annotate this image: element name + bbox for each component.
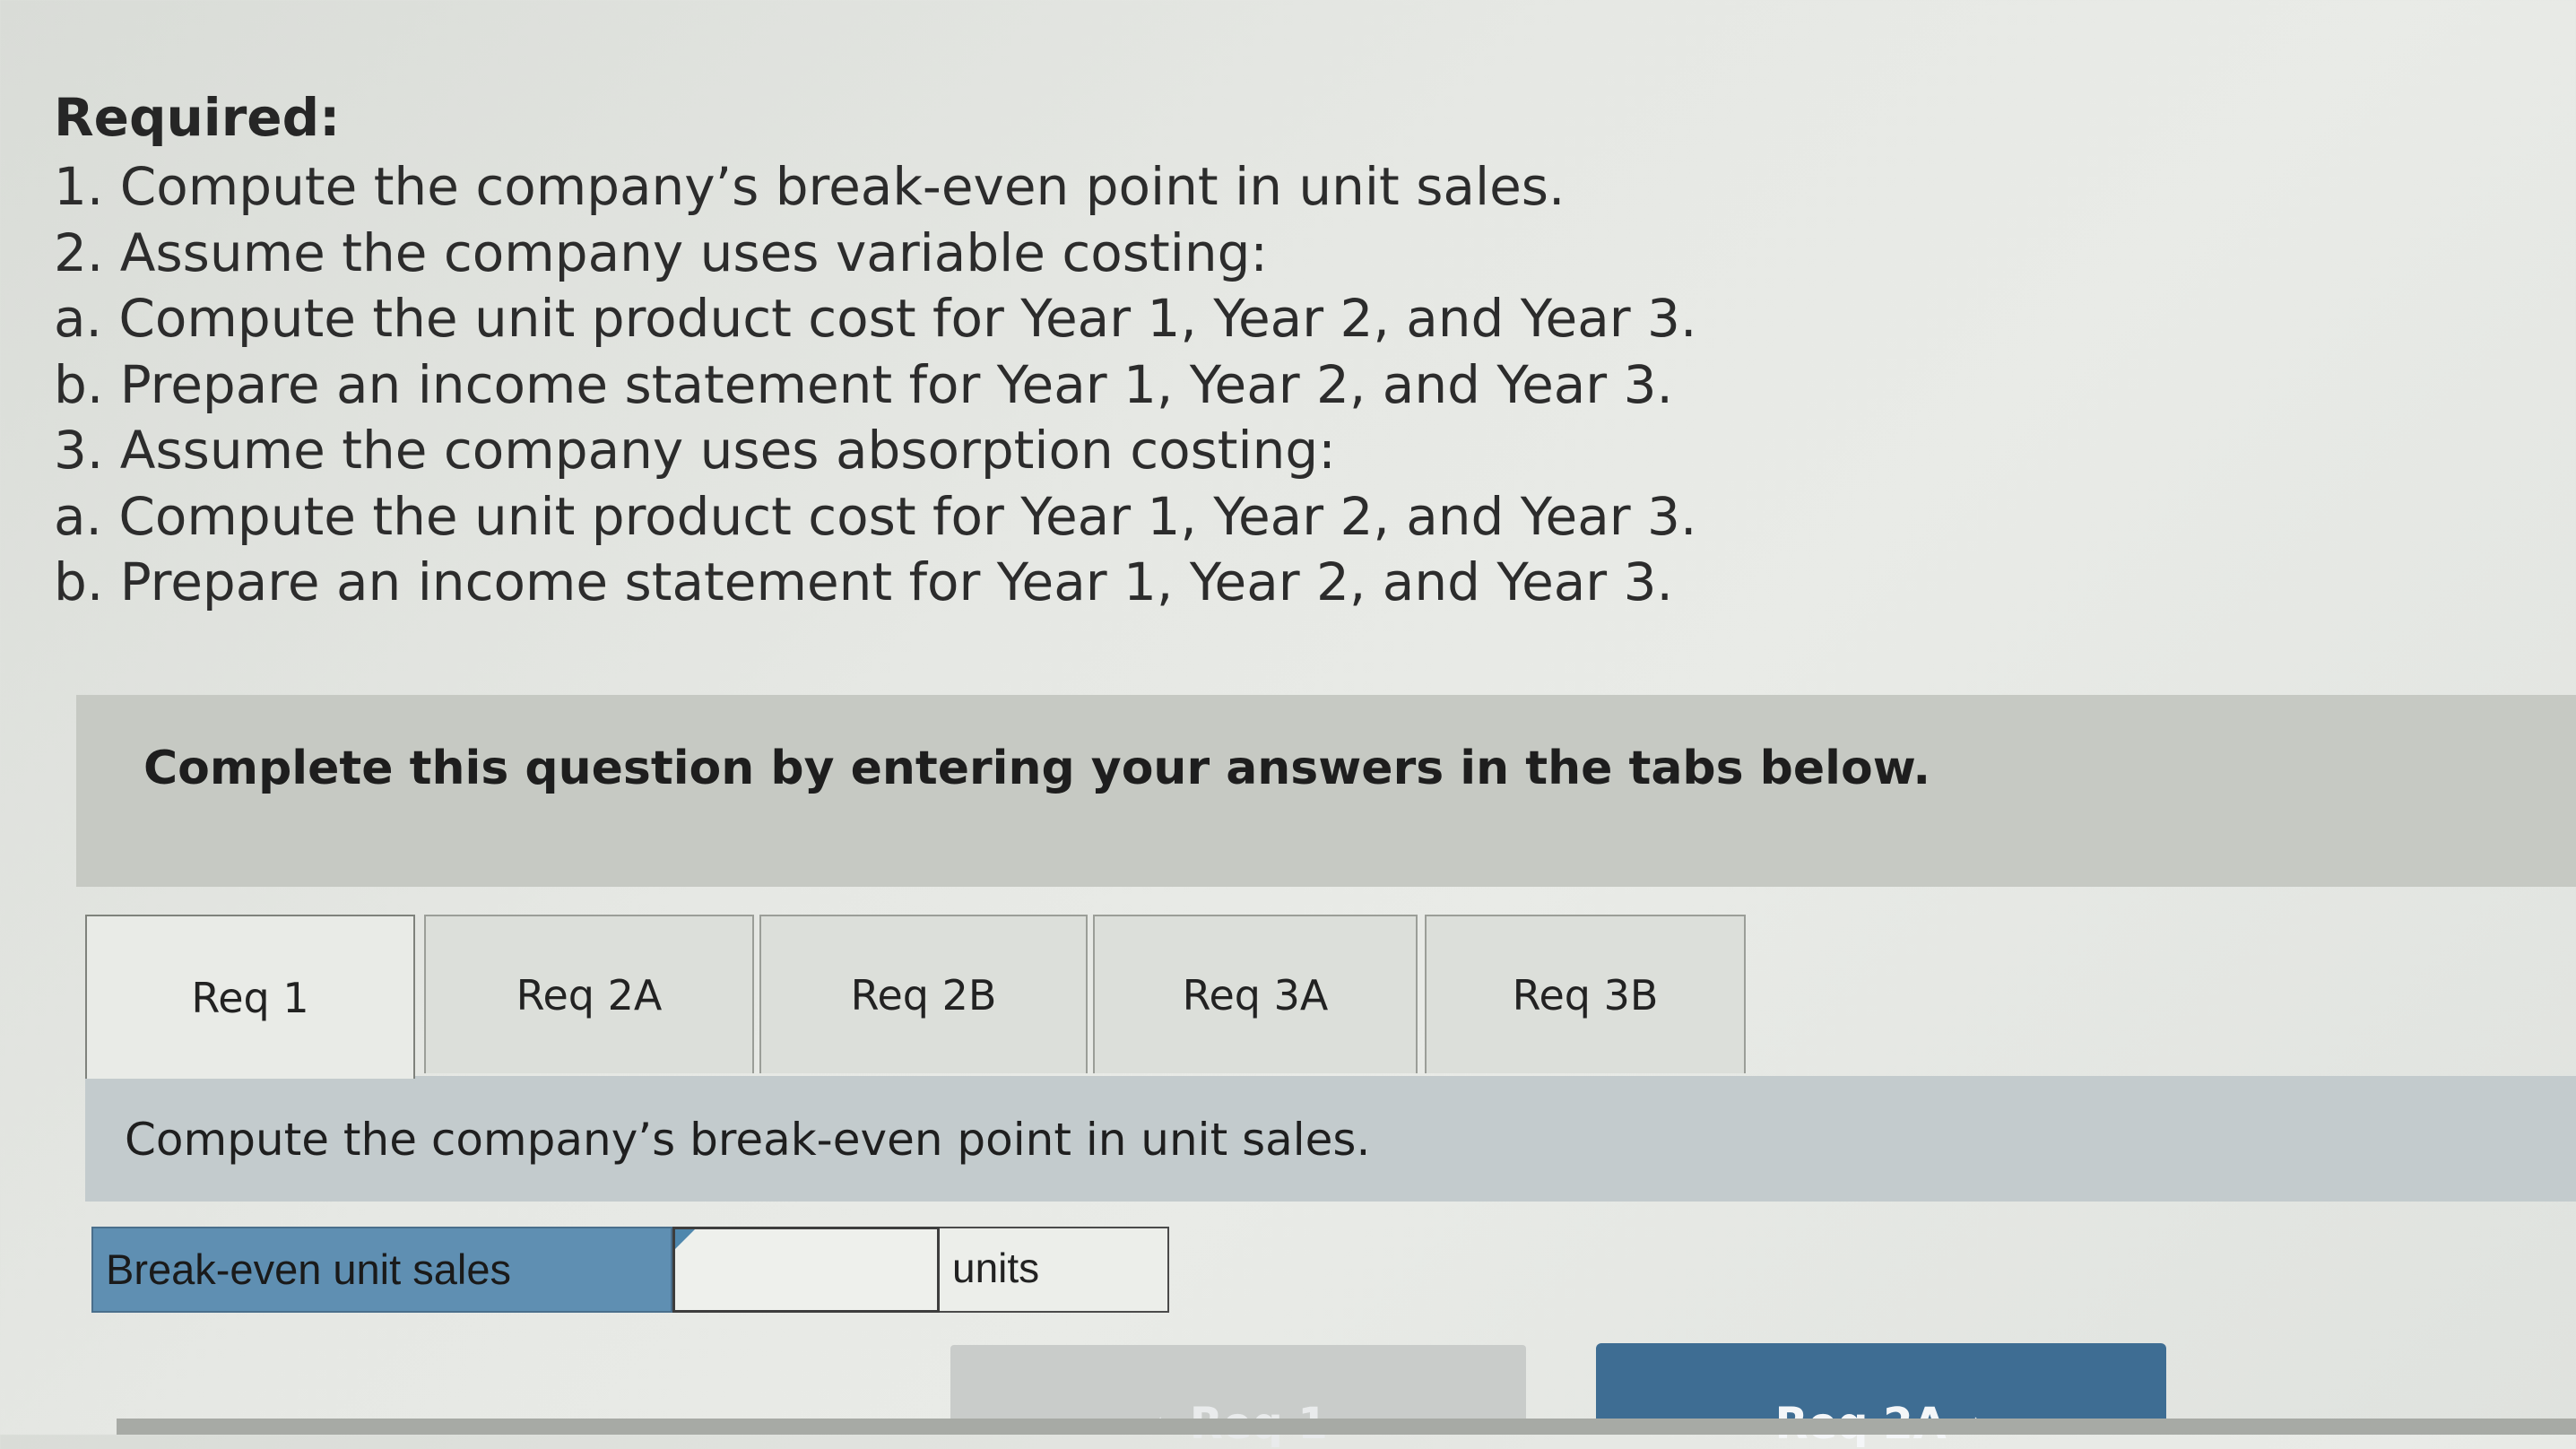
unit-label: units	[940, 1227, 1169, 1313]
input-marker-icon	[675, 1229, 695, 1249]
tab-bar: Req 1 Req 2A Req 2B Req 3A Req 3B	[85, 915, 2576, 1079]
requirement-line: b. Prepare an income statement for Year …	[54, 551, 1673, 612]
bottom-divider	[117, 1419, 2576, 1435]
prompt-text: Compute the company’s break-even point i…	[125, 1114, 1371, 1166]
requirement-line: b. Prepare an income statement for Year …	[54, 353, 1673, 415]
tab-req-3a[interactable]: Req 3A	[1093, 915, 1418, 1073]
requirement-line: 1. Compute the company’s break-even poin…	[54, 156, 1566, 217]
question-prompt: Compute the company’s break-even point i…	[85, 1076, 2576, 1202]
answer-row: Break-even unit sales units	[91, 1227, 1169, 1313]
input-wrapper	[672, 1227, 940, 1313]
requirement-line: a. Compute the unit product cost for Yea…	[54, 485, 1697, 547]
requirement-line: 2. Assume the company uses variable cost…	[54, 221, 1268, 283]
requirement-line: a. Compute the unit product cost for Yea…	[54, 288, 1697, 349]
requirement-line: 3. Assume the company uses absorption co…	[54, 420, 1336, 481]
break-even-input[interactable]	[672, 1227, 940, 1313]
break-even-label: Break-even unit sales	[91, 1227, 672, 1313]
tab-req-1[interactable]: Req 1	[85, 915, 415, 1079]
banner-text: Complete this question by entering your …	[143, 742, 1931, 795]
requirements-section: Required: 1. Compute the company’s break…	[54, 81, 1757, 616]
tab-req-2b[interactable]: Req 2B	[759, 915, 1088, 1073]
requirements-heading: Required:	[54, 87, 341, 148]
tab-req-2a[interactable]: Req 2A	[424, 915, 754, 1073]
tab-req-3b[interactable]: Req 3B	[1425, 915, 1746, 1073]
instructions-banner: Complete this question by entering your …	[76, 695, 2576, 887]
